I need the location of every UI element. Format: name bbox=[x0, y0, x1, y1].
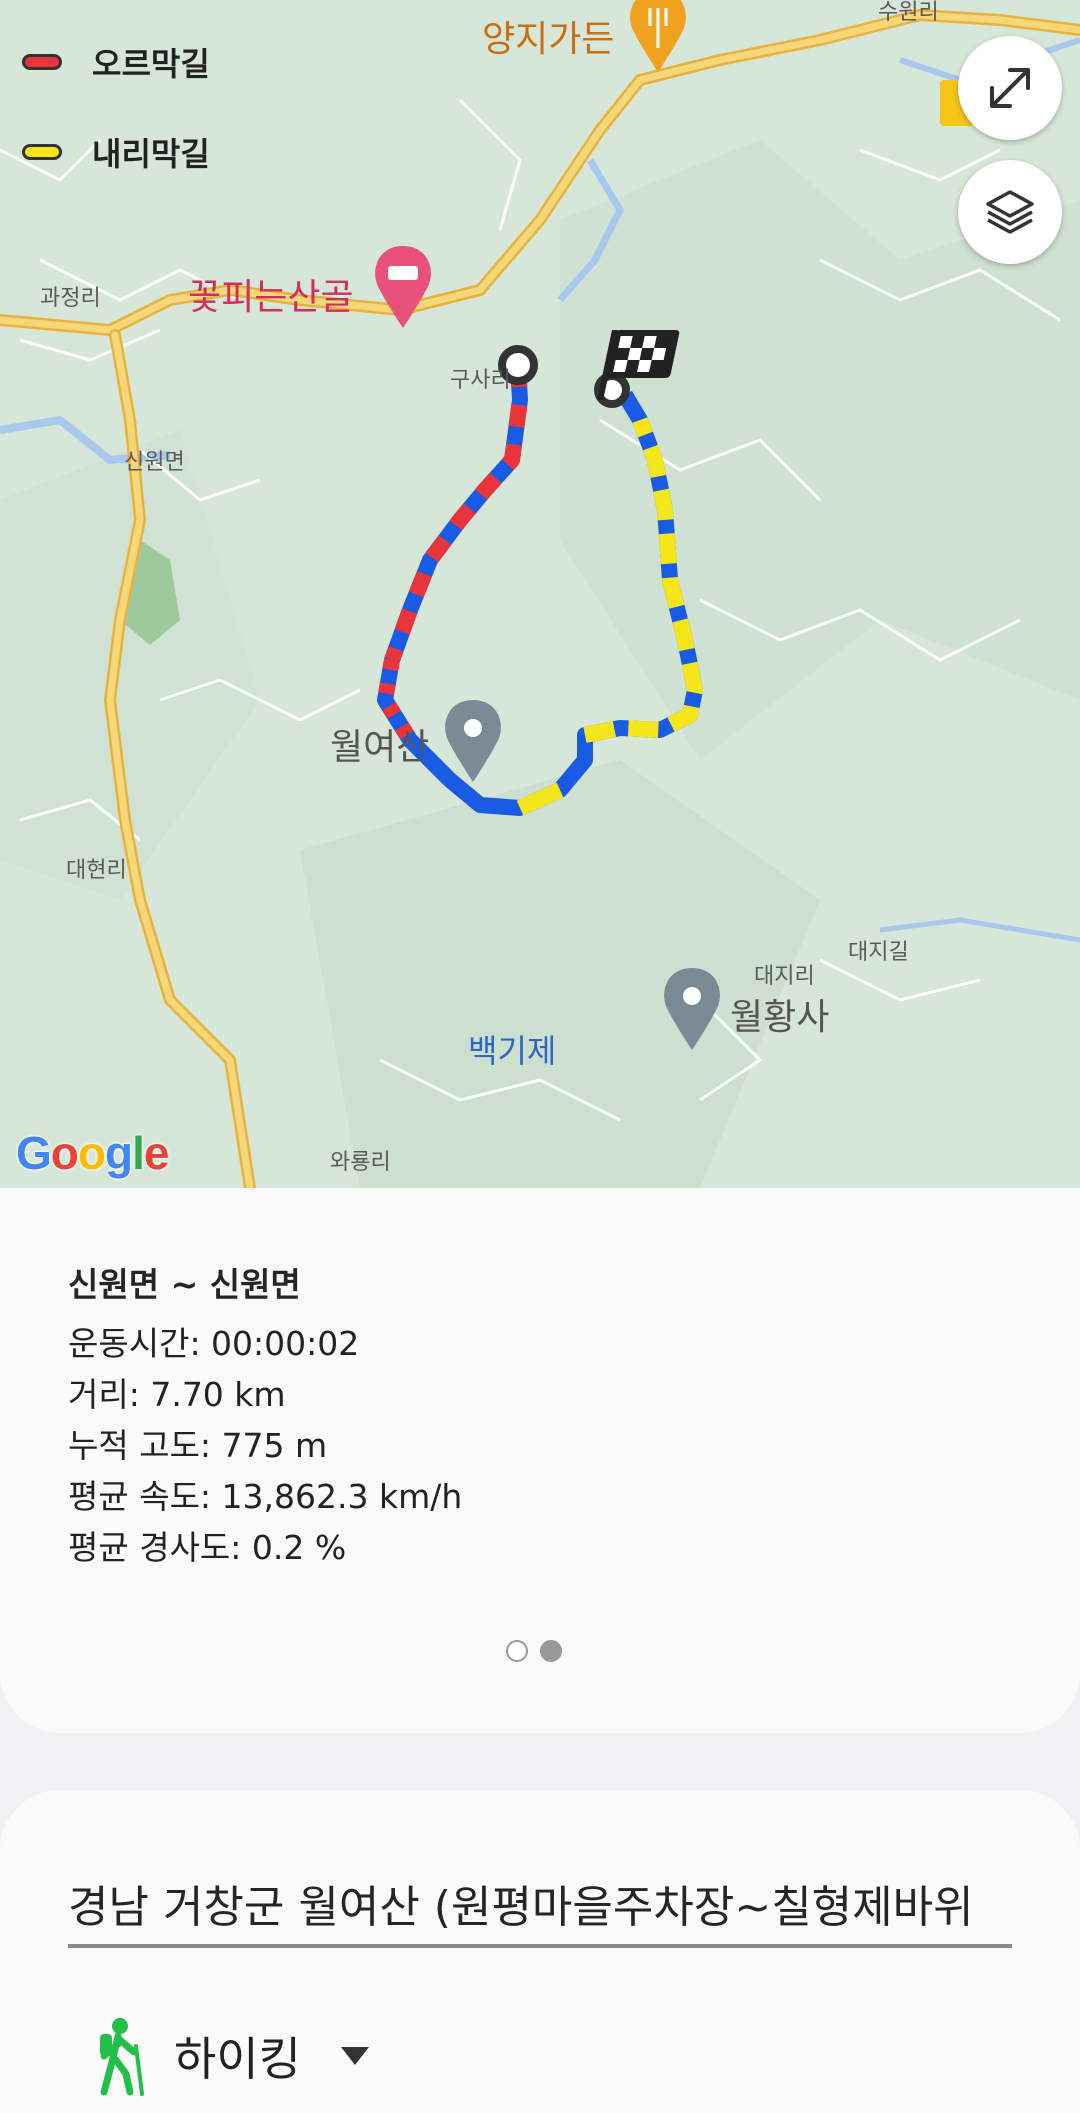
place-label: 과정리 bbox=[40, 286, 101, 311]
legend-uphill-label: 오르막길 bbox=[92, 45, 210, 83]
place-label: 대지길 bbox=[848, 940, 909, 965]
place-label: 월황사 bbox=[730, 997, 830, 1038]
layers-icon bbox=[986, 190, 1034, 234]
legend-uphill: 오르막길 bbox=[22, 36, 210, 88]
downhill-swatch bbox=[22, 144, 62, 160]
route-legend: 오르막길 내리막길 bbox=[22, 36, 210, 216]
place-label: 꽃피는산골 bbox=[188, 277, 354, 318]
place-label: 대지리 bbox=[754, 964, 815, 989]
page-indicator bbox=[506, 1640, 562, 1662]
legend-downhill: 내리막길 bbox=[22, 126, 210, 178]
expand-icon bbox=[990, 68, 1030, 108]
speed-text: 평균 속도: 13,862.3 km/h bbox=[68, 1477, 463, 1516]
distance-text: 거리: 7.70 km bbox=[68, 1375, 286, 1414]
activity-form-card: 경남 거창군 월여산 (원평마을주차장~칠형제바위 하이킹 bbox=[0, 1790, 1080, 2113]
fullscreen-button[interactable] bbox=[958, 36, 1062, 140]
route-summary-card[interactable]: 신원면 ~ 신원면 운동시간: 00:00:02 거리: 7.70 km 누적 … bbox=[0, 1188, 1080, 1733]
slope-text: 평균 경사도: 0.2 % bbox=[68, 1528, 347, 1567]
page-dot[interactable] bbox=[506, 1640, 528, 1662]
page-dot-active[interactable] bbox=[540, 1640, 562, 1662]
elevation-text: 누적 고도: 775 m bbox=[68, 1426, 328, 1465]
route-stats: 운동시간: 00:00:02 거리: 7.70 km 누적 고도: 775 m … bbox=[68, 1318, 462, 1573]
duration-text: 운동시간: 00:00:02 bbox=[68, 1324, 360, 1363]
activity-name-input[interactable]: 경남 거창군 월여산 (원평마을주차장~칠형제바위 bbox=[68, 1868, 1012, 1948]
place-label: 양지가든 bbox=[482, 19, 615, 60]
hiking-icon bbox=[100, 2018, 144, 2096]
place-label: 수원리 bbox=[878, 0, 939, 25]
activity-type-label: 하이킹 bbox=[174, 2032, 301, 2086]
place-label: 구사리 bbox=[450, 368, 511, 393]
legend-downhill-label: 내리막길 bbox=[92, 135, 210, 173]
place-label: 백기제 bbox=[468, 1032, 557, 1070]
place-label: 신원면 bbox=[124, 450, 185, 475]
place-label: 와룡리 bbox=[330, 1150, 391, 1175]
place-label: 대현리 bbox=[66, 858, 127, 883]
place-label: 월여산 bbox=[330, 727, 430, 768]
chevron-down-icon bbox=[340, 2047, 369, 2065]
map-view[interactable]: 오르막길 내리막길 수원리 양지가든 꽃피는산골 과정리 구사리 신원면 월여산… bbox=[0, 0, 1080, 1188]
map-layers-button[interactable] bbox=[958, 160, 1062, 264]
uphill-swatch bbox=[22, 54, 62, 70]
google-logo: Google bbox=[16, 1127, 169, 1179]
activity-type-dropdown[interactable]: 하이킹 bbox=[90, 2016, 369, 2096]
route-title: 신원면 ~ 신원면 bbox=[68, 1265, 301, 1304]
